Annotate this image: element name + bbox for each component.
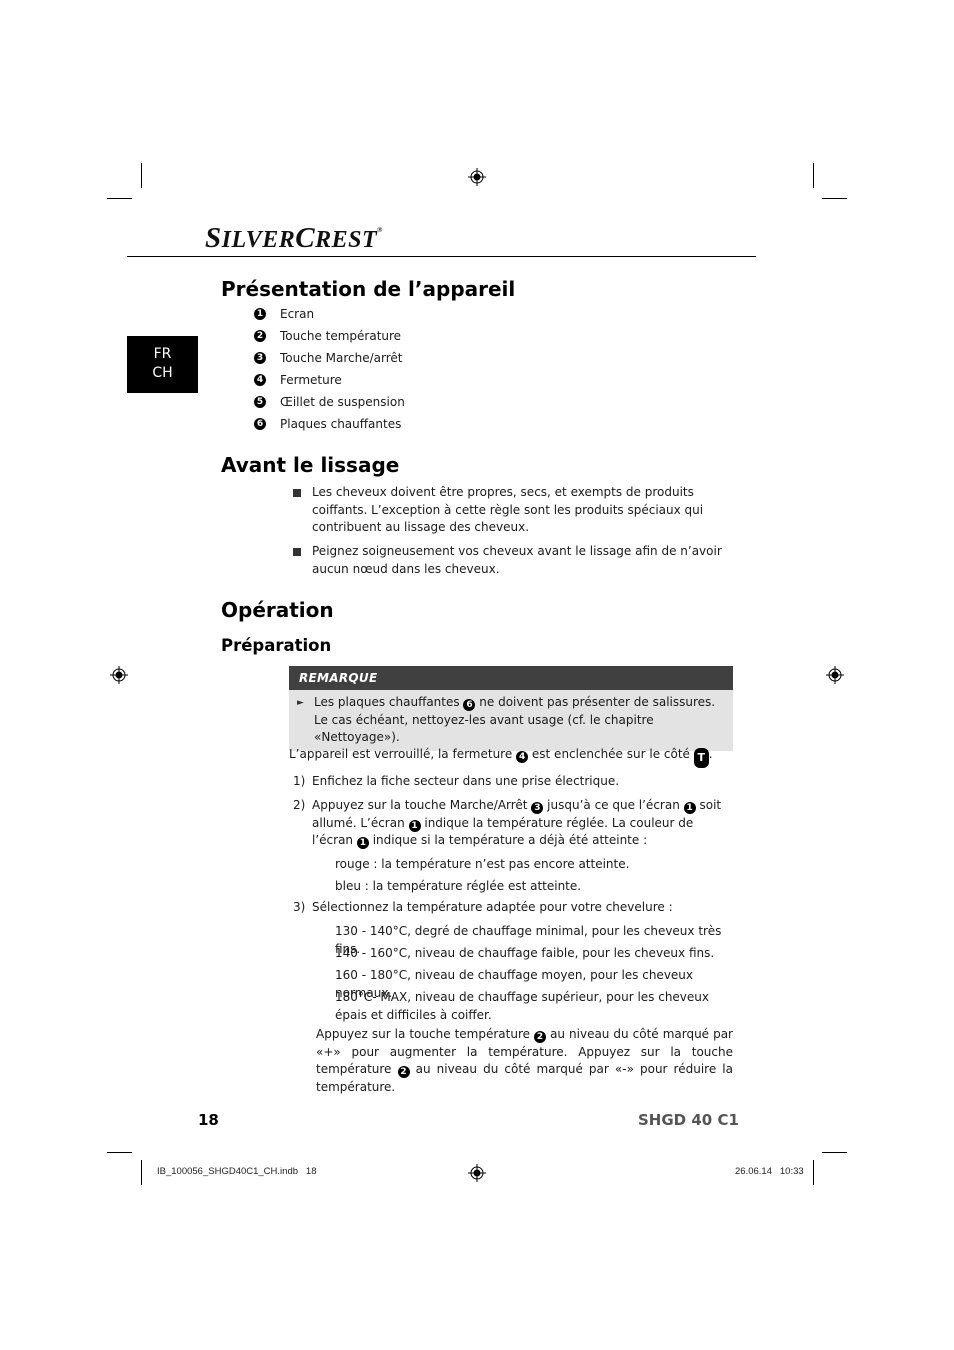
section-title-avant: Avant le lissage [221, 453, 400, 477]
intro-text: . [708, 747, 713, 761]
print-slug-file: IB_100056_SHGD40C1_CH.indb 18 [157, 1166, 317, 1177]
reference-number-icon: 1 [254, 308, 266, 320]
reference-number-icon: 2 [534, 1031, 547, 1043]
bullet-item: Les cheveux doivent être propres, secs, … [293, 484, 733, 537]
note-text: Les plaques chauffantes [314, 695, 460, 709]
reference-number-icon: 2 [397, 1066, 410, 1078]
color-state-red: rouge : la température n’est pas encore … [335, 857, 630, 871]
bullet-square-icon [293, 489, 301, 497]
intro-text: L’appareil est verrouillé, la fermeture [289, 747, 513, 761]
header-rule [127, 256, 756, 257]
reference-number-icon: 4 [254, 374, 266, 386]
step-item: 2) Appuyez sur la touche Marche/Arrêt 3 … [293, 797, 733, 850]
bullet-text: Peignez soigneusement vos cheveux avant … [312, 544, 722, 576]
logo-c: C [295, 222, 316, 254]
language-tab: FR CH [127, 336, 198, 393]
reference-number-icon: 1 [408, 819, 421, 832]
lock-side-icon: T [693, 748, 709, 768]
step-number: 3) [293, 900, 306, 914]
temperature-option: 140 - 160°C, niveau de chauffage faible,… [335, 946, 715, 960]
arrow-right-icon: ► [297, 698, 304, 708]
crop-mark [141, 163, 142, 188]
step-text: Sélectionnez la température adaptée pour… [312, 900, 673, 914]
color-state-blue: bleu : la température réglée est atteint… [335, 879, 582, 893]
registration-mark-icon [826, 666, 844, 684]
model-number: SHGD 40 C1 [638, 1111, 739, 1129]
registration-mark-icon [468, 1164, 486, 1182]
reference-number-icon: 6 [463, 699, 476, 711]
registration-mark-icon [468, 168, 486, 186]
step-text: Appuyez sur la touche Marche/Arrêt 3 jus… [312, 797, 733, 850]
crop-mark [813, 163, 814, 188]
component-label: Ecran [280, 307, 315, 321]
logo-s: S [205, 222, 222, 254]
logo-rest: REST [315, 227, 378, 253]
note-body: ► Les plaques chauffantes 6 ne doivent p… [289, 690, 733, 751]
section-title-operation: Opération [221, 598, 334, 622]
component-label: Touche Marche/arrêt [280, 351, 403, 365]
temperature-option: 180°C- MAX, niveau de chauffage supérieu… [335, 990, 709, 1022]
crop-mark [107, 198, 132, 199]
reference-number-icon: 1 [356, 837, 369, 849]
page-number: 18 [198, 1111, 219, 1129]
crop-mark [822, 1152, 847, 1153]
crop-mark [813, 1160, 814, 1185]
subsection-title-preparation: Préparation [221, 636, 332, 655]
step-text-part: Appuyez sur la touche Marche/Arrêt [312, 798, 528, 812]
note-heading: REMARQUE [289, 666, 733, 690]
reference-number-icon: 1 [683, 802, 696, 814]
section-title-presentation: Présentation de l’appareil [221, 277, 516, 301]
intro-paragraph: L’appareil est verrouillé, la fermeture … [289, 746, 713, 768]
language-code: FR [153, 346, 172, 362]
crop-mark [822, 198, 847, 199]
reference-number-icon: 6 [254, 418, 266, 430]
reference-number-icon: 3 [531, 802, 544, 814]
step-item: 1) Enfichez la fiche secteur dans une pr… [293, 773, 733, 791]
adjust-text: Appuyez sur la touche température [316, 1027, 531, 1041]
reference-number-icon: 4 [516, 751, 529, 763]
reference-number-icon: 3 [254, 352, 266, 364]
step-item: 3) Sélectionnez la température adaptée p… [293, 899, 733, 917]
step-text-part: indique si la température a déjà été att… [372, 833, 648, 847]
crop-mark [141, 1160, 142, 1185]
bullet-item: Peignez soigneusement vos cheveux avant … [293, 543, 733, 578]
crop-mark [107, 1152, 132, 1153]
step-text: Enfichez la fiche secteur dans une prise… [312, 774, 620, 788]
logo-ilver: ILVER [221, 227, 296, 253]
reference-number-icon: 5 [254, 396, 266, 408]
intro-text: est enclenchée sur le côté [531, 747, 690, 761]
component-label: Touche température [280, 329, 402, 343]
step-number: 2) [293, 798, 306, 812]
bullet-text: Les cheveux doivent être propres, secs, … [312, 485, 704, 534]
step-text-part: jusqu’à ce que l’écran [547, 798, 680, 812]
note-box: REMARQUE ► Les plaques chauffantes 6 ne … [289, 666, 733, 751]
component-label: Fermeture [280, 373, 342, 387]
step-number: 1) [293, 774, 306, 788]
reference-number-icon: 2 [254, 330, 266, 342]
adjust-paragraph: Appuyez sur la touche température 2 au n… [316, 1026, 733, 1096]
brand-logo: SILVERCREST® [205, 222, 383, 255]
registered-mark: ® [377, 226, 383, 234]
country-code: CH [152, 365, 173, 381]
bullet-square-icon [293, 548, 301, 556]
registration-mark-icon [110, 666, 128, 684]
component-label: Plaques chauffantes [280, 417, 402, 431]
print-slug-datetime: 26.06.14 10:33 [735, 1166, 804, 1177]
component-label: Œillet de suspension [280, 395, 405, 409]
